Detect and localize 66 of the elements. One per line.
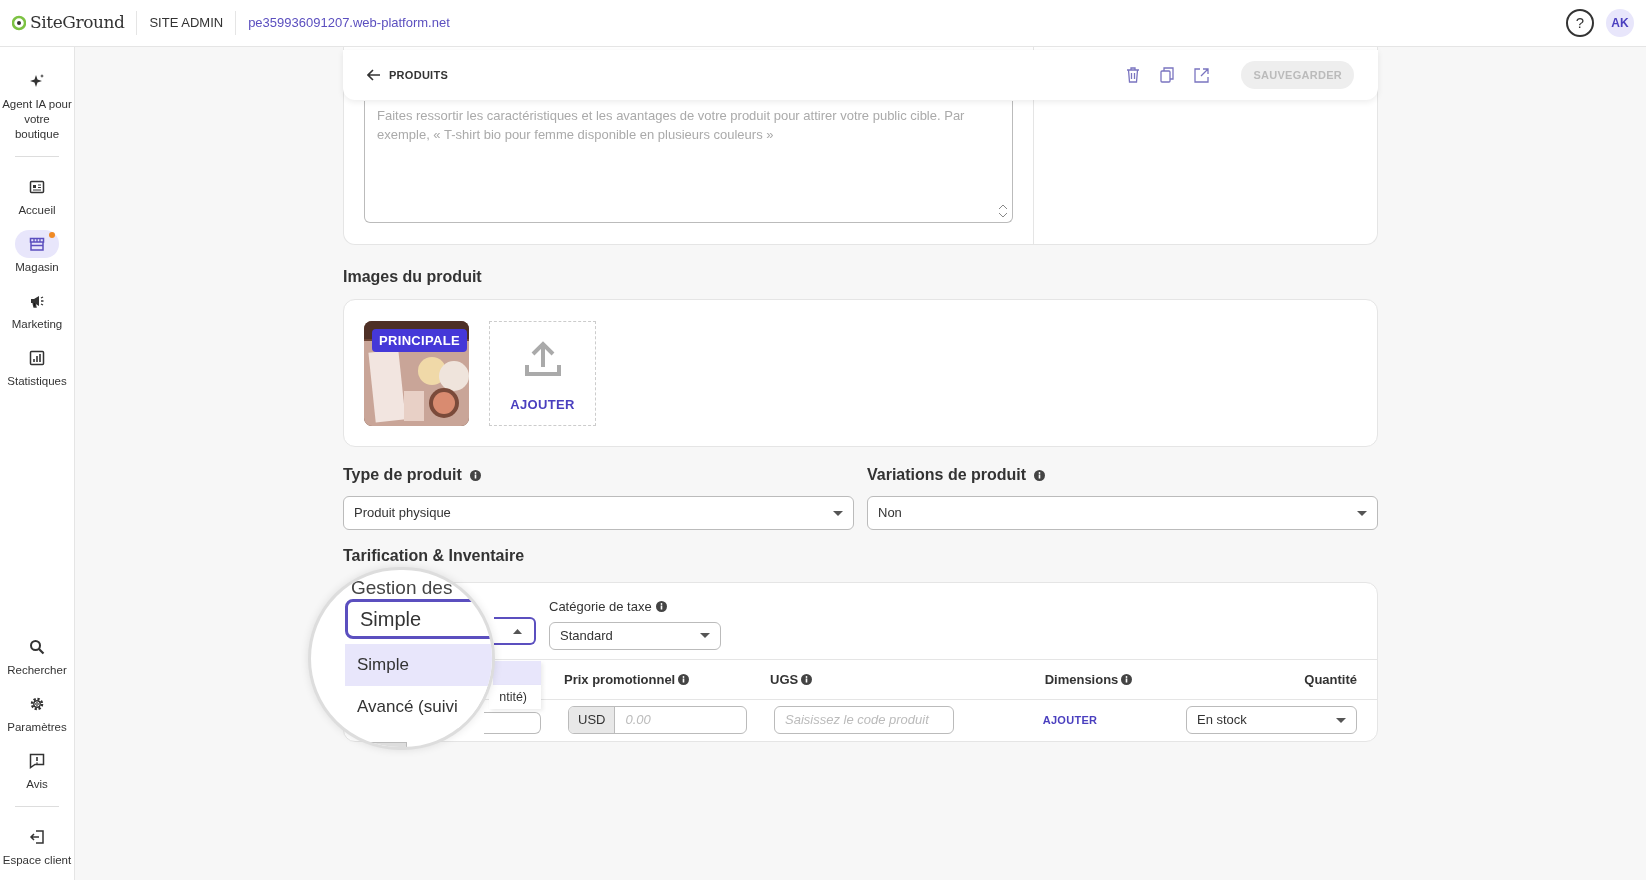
section-title: Tarification & Inventaire	[343, 546, 526, 566]
tax-select[interactable]: Standard	[549, 621, 721, 650]
column-header: Prix promotionnel	[564, 670, 676, 689]
sidebar-item[interactable]: Magasin	[2, 230, 72, 275]
sidebar-item[interactable]: Espace client	[2, 823, 72, 868]
column-header: UGS	[770, 670, 799, 689]
caret-icon	[1357, 510, 1367, 516]
info-icon[interactable]	[469, 469, 481, 481]
caret-icon	[833, 510, 843, 516]
price-field[interactable]	[484, 712, 541, 734]
magnified-select[interactable]: Simple	[345, 599, 492, 639]
magnified-label: Gestion des	[351, 576, 453, 600]
quantity-select[interactable]: En stock	[1186, 706, 1357, 734]
info-icon[interactable]	[1121, 674, 1133, 685]
copy-icon[interactable]	[1160, 67, 1175, 83]
upload-icon	[523, 341, 562, 377]
trash-icon[interactable]	[1126, 67, 1141, 83]
info-icon[interactable]	[801, 674, 813, 685]
column-header: Quantité	[1304, 670, 1357, 689]
section-title: Images du produit	[343, 267, 483, 287]
description-placeholder: Faites ressortir les caractéristiques et les avantages de votre produit pour attirer votre public cible. Par exemple, « T-shirt bio pour femme disponible en plusieurs couleurs »	[377, 107, 966, 144]
main-image-badge: PRINCIPALE	[372, 328, 467, 352]
promo-price-field[interactable]: USD 0.00	[568, 706, 747, 734]
info-icon[interactable]	[678, 674, 690, 685]
avatar[interactable]: AK	[1606, 9, 1634, 37]
back-link[interactable]: PRODUITS	[367, 66, 449, 84]
chart-icon	[29, 350, 45, 366]
domain-link[interactable]: pe359936091207.web-platform.net	[248, 13, 450, 33]
sidebar-item[interactable]: Rechercher	[2, 633, 72, 678]
sparkle-icon	[29, 73, 45, 89]
product-type-select[interactable]: Produit physique	[343, 496, 854, 530]
help-button[interactable]: ?	[1566, 9, 1594, 37]
caret-icon	[700, 633, 710, 638]
caret-icon	[1336, 717, 1346, 723]
external-link-icon[interactable]	[1194, 67, 1210, 83]
field-label: Type de produit	[343, 465, 462, 485]
variations-select[interactable]: Non	[867, 496, 1378, 530]
sidebar-item[interactable]: Statistiques	[2, 344, 72, 389]
store-icon	[29, 236, 45, 252]
settings-icon	[29, 696, 45, 712]
sidebar-item[interactable]: Agent IA pour votre boutique	[2, 67, 72, 142]
stock-management-select[interactable]	[494, 617, 536, 645]
add-dimensions-link[interactable]: AJOUTER	[1042, 711, 1098, 729]
field-label: Catégorie de taxe	[549, 598, 652, 616]
column-header: Dimensions	[1044, 670, 1119, 689]
logo-icon	[12, 15, 26, 31]
magnified-option: Simple	[345, 644, 492, 686]
section-label: SITE ADMIN	[149, 14, 224, 33]
caret-icon	[513, 628, 522, 634]
info-icon[interactable]	[655, 601, 667, 613]
dropdown-option[interactable]: ntité)	[489, 685, 541, 709]
logo[interactable]: SiteGround	[30, 10, 125, 36]
megaphone-icon	[29, 293, 45, 309]
dashboard-icon	[29, 179, 45, 195]
logout-icon	[29, 829, 45, 845]
alert-icon	[29, 753, 45, 769]
resize-icon[interactable]	[998, 204, 1008, 218]
sidebar-item[interactable]: Avis	[2, 747, 72, 792]
sidebar-item[interactable]: Accueil	[2, 173, 72, 218]
add-image-button[interactable]: AJOUTER	[489, 320, 596, 426]
sidebar-item[interactable]: Marketing	[2, 287, 72, 332]
field-label: Variations de produit	[867, 465, 1027, 485]
info-icon[interactable]	[1034, 469, 1046, 481]
back-arrow-icon	[367, 69, 381, 81]
search-icon	[29, 639, 45, 655]
sidebar-item[interactable]: Paramètres	[2, 690, 72, 735]
